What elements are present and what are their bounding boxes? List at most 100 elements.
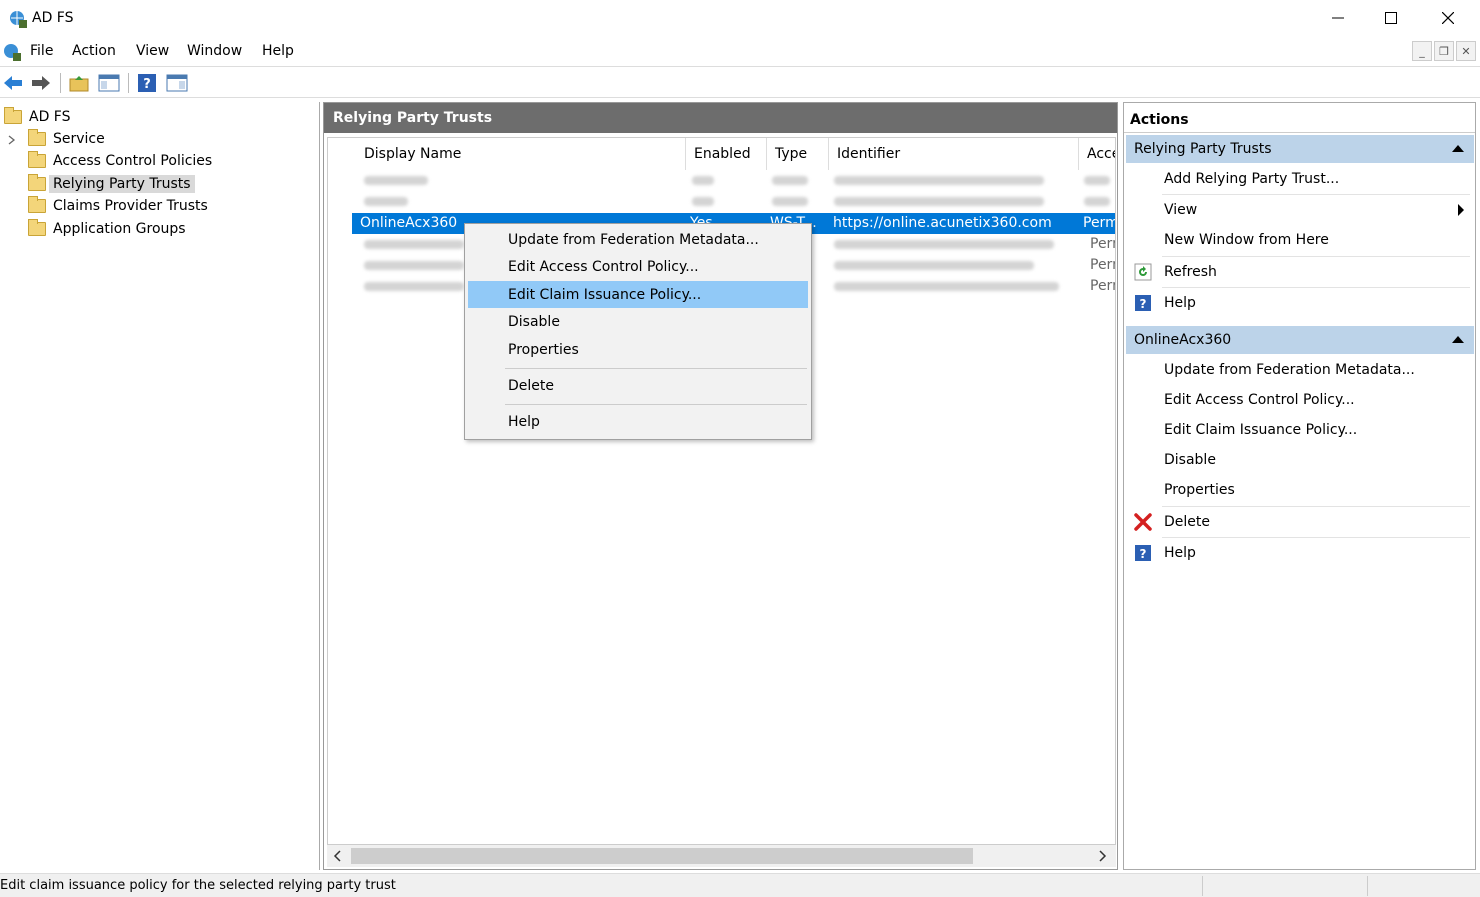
cell-display-name: OnlineAcx360 bbox=[360, 215, 458, 231]
menu-action[interactable]: Action bbox=[72, 43, 116, 59]
help-icon: ? bbox=[1135, 545, 1151, 561]
toolbar-separator bbox=[60, 73, 61, 93]
tree-item-relying-party-trusts[interactable]: Relying Party Trusts bbox=[28, 173, 195, 195]
actions-section-onlineacx360[interactable]: OnlineAcx360 bbox=[1126, 326, 1474, 354]
action-disable[interactable]: Disable bbox=[1126, 445, 1474, 475]
redacted-text bbox=[364, 282, 464, 291]
refresh-icon bbox=[1134, 263, 1152, 281]
scroll-right-icon[interactable] bbox=[1099, 850, 1107, 862]
tree-item-label: Access Control Policies bbox=[53, 153, 213, 169]
submenu-arrow-icon bbox=[1458, 204, 1464, 216]
close-button[interactable] bbox=[1420, 0, 1476, 36]
back-arrow-icon[interactable] bbox=[2, 72, 24, 94]
table-row[interactable] bbox=[352, 191, 1115, 212]
action-label: Help bbox=[1164, 545, 1196, 561]
menu-window[interactable]: Window bbox=[187, 43, 242, 59]
tree-item-claims-provider-trusts[interactable]: Claims Provider Trusts bbox=[28, 195, 208, 217]
action-help[interactable]: ? Help bbox=[1126, 288, 1474, 318]
column-header-identifier[interactable]: Identifier bbox=[829, 138, 1079, 170]
tree-item-application-groups[interactable]: Application Groups bbox=[28, 218, 186, 240]
action-view[interactable]: View bbox=[1126, 195, 1474, 225]
delete-x-icon bbox=[1134, 513, 1152, 531]
tree-item-access-control-policies[interactable]: Access Control Policies bbox=[28, 150, 212, 172]
menu-view[interactable]: View bbox=[136, 43, 169, 59]
redacted-text bbox=[834, 261, 1034, 270]
actions-section-relying-party-trusts[interactable]: Relying Party Trusts bbox=[1126, 135, 1474, 163]
forward-arrow-icon[interactable] bbox=[30, 72, 52, 94]
tree-item-service[interactable]: Service bbox=[28, 128, 105, 150]
mdi-close-icon[interactable]: ✕ bbox=[1456, 41, 1476, 61]
console-tree: AD FS Service Access Control Policies Re… bbox=[0, 102, 320, 870]
action-add-relying-party-trust[interactable]: Add Relying Party Trust... bbox=[1126, 164, 1474, 194]
folder-icon bbox=[28, 219, 46, 236]
menu-separator bbox=[505, 368, 807, 369]
ctx-disable[interactable]: Disable bbox=[468, 308, 808, 335]
window-title: AD FS bbox=[32, 10, 74, 26]
section-header-label: Relying Party Trusts bbox=[1134, 141, 1272, 157]
table-row[interactable] bbox=[352, 170, 1115, 191]
ctx-delete[interactable]: Delete bbox=[468, 372, 808, 399]
action-properties[interactable]: Properties bbox=[1126, 475, 1474, 505]
column-header-enabled[interactable]: Enabled bbox=[686, 138, 767, 170]
minimize-button[interactable] bbox=[1310, 0, 1366, 36]
horizontal-scrollbar[interactable] bbox=[327, 845, 1116, 867]
tree-item-adfs-root[interactable]: AD FS bbox=[4, 106, 71, 128]
redacted-text bbox=[1084, 176, 1110, 185]
menu-help[interactable]: Help bbox=[262, 43, 294, 59]
mdi-minimize-icon[interactable]: _ bbox=[1412, 41, 1432, 61]
column-header-display-name[interactable]: Display Name bbox=[356, 138, 686, 170]
redacted-text bbox=[692, 197, 714, 206]
show-hide-tree-icon[interactable] bbox=[98, 72, 120, 94]
show-hide-action-pane-icon[interactable] bbox=[166, 72, 188, 94]
ctx-edit-access-control-policy[interactable]: Edit Access Control Policy... bbox=[468, 253, 808, 280]
actions-title: Actions bbox=[1124, 107, 1475, 133]
action-label: Update from Federation Metadata... bbox=[1164, 362, 1415, 378]
redacted-text bbox=[364, 197, 408, 206]
ctx-update-federation-metadata[interactable]: Update from Federation Metadata... bbox=[468, 226, 808, 253]
toolbar: ? bbox=[0, 66, 1480, 98]
collapse-arrow-icon[interactable] bbox=[1452, 336, 1464, 343]
scroll-left-icon[interactable] bbox=[333, 850, 341, 862]
ctx-help[interactable]: Help bbox=[468, 408, 808, 435]
up-folder-icon[interactable] bbox=[68, 72, 90, 94]
section-header-label: OnlineAcx360 bbox=[1134, 332, 1232, 348]
action-edit-claim-issuance-policy[interactable]: Edit Claim Issuance Policy... bbox=[1126, 415, 1474, 445]
folder-icon bbox=[28, 196, 46, 213]
cell-access: Perm bbox=[1090, 236, 1115, 252]
cell-access: Perm bbox=[1083, 215, 1116, 231]
action-delete[interactable]: Delete bbox=[1126, 507, 1474, 537]
title-bar: AD FS bbox=[0, 0, 1480, 38]
action-label: Properties bbox=[1164, 482, 1235, 498]
action-update-federation-metadata[interactable]: Update from Federation Metadata... bbox=[1126, 355, 1474, 385]
folder-icon bbox=[28, 129, 46, 146]
action-edit-access-control-policy[interactable]: Edit Access Control Policy... bbox=[1126, 385, 1474, 415]
column-header-access[interactable]: Acce bbox=[1079, 138, 1115, 170]
pane-title: Relying Party Trusts bbox=[324, 103, 1117, 133]
ctx-edit-claim-issuance-policy[interactable]: Edit Claim Issuance Policy... bbox=[468, 281, 808, 308]
scrollbar-thumb[interactable] bbox=[351, 848, 973, 864]
maximize-icon bbox=[1385, 12, 1397, 24]
tree-item-label: Claims Provider Trusts bbox=[53, 198, 208, 214]
menu-file[interactable]: File bbox=[30, 43, 53, 59]
redacted-text bbox=[772, 176, 808, 185]
redacted-text bbox=[364, 240, 464, 249]
ctx-properties[interactable]: Properties bbox=[468, 336, 808, 363]
status-divider bbox=[1202, 876, 1203, 896]
folder-icon bbox=[4, 107, 22, 124]
column-header-type[interactable]: Type bbox=[767, 138, 829, 170]
mdi-restore-icon[interactable]: ❐ bbox=[1434, 41, 1454, 61]
help-icon[interactable]: ? bbox=[136, 72, 158, 94]
context-menu: Update from Federation Metadata... Edit … bbox=[464, 223, 812, 440]
redacted-text bbox=[692, 176, 714, 185]
action-new-window-from-here[interactable]: New Window from Here bbox=[1126, 225, 1474, 255]
collapse-arrow-icon[interactable] bbox=[1452, 145, 1464, 152]
action-help-item[interactable]: ? Help bbox=[1126, 538, 1474, 568]
redacted-text bbox=[834, 282, 1059, 291]
folder-icon bbox=[28, 151, 46, 168]
results-pane: Relying Party Trusts Display Name Enable… bbox=[323, 102, 1118, 870]
action-refresh[interactable]: Refresh bbox=[1126, 257, 1474, 287]
chevron-right-icon[interactable] bbox=[8, 135, 16, 145]
maximize-button[interactable] bbox=[1363, 0, 1419, 36]
redacted-text bbox=[772, 197, 808, 206]
redacted-text bbox=[834, 197, 1044, 206]
